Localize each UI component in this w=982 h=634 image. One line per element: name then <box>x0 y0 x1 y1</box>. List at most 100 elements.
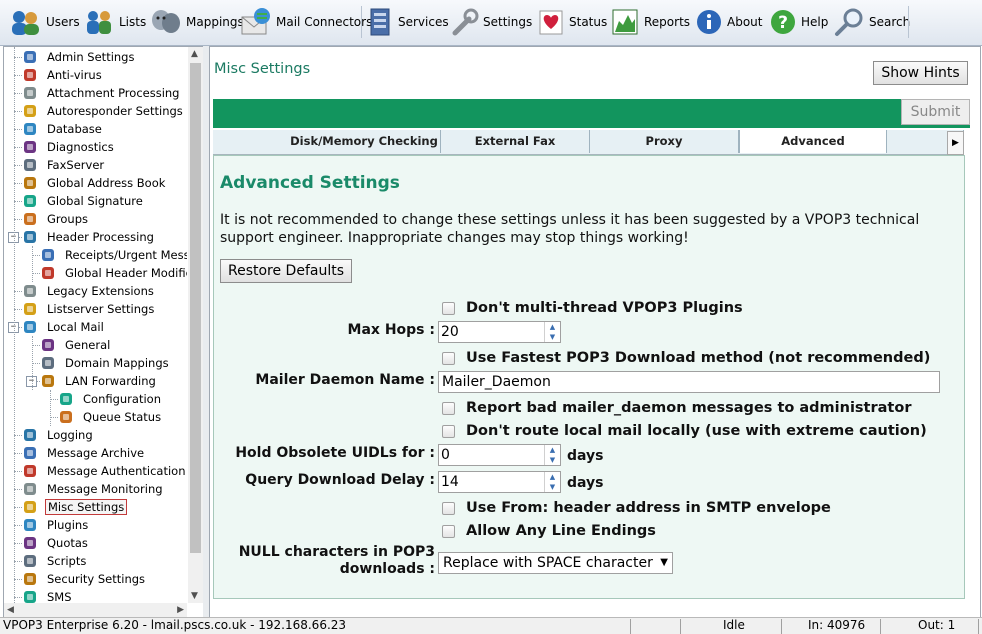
tab-advanced[interactable]: Advanced <box>739 130 887 153</box>
spin-down-icon[interactable]: ▼ <box>545 332 560 342</box>
tree-item[interactable]: Global Header Modifiers <box>40 264 187 282</box>
tree-connector <box>14 129 22 130</box>
tree-item[interactable]: Message Authentication <box>22 462 187 480</box>
tree-item[interactable]: Receipts/Urgent Message <box>40 246 187 264</box>
tree-connector <box>32 345 40 346</box>
show-hints-button[interactable]: Show Hints <box>873 61 968 85</box>
tree-item[interactable]: Attachment Processing <box>22 84 181 102</box>
query-delay-stepper[interactable]: 14 ▲ ▼ <box>438 471 561 493</box>
null-chars-selected: Replace with SPACE character <box>443 555 653 571</box>
tree-item[interactable]: Misc Settings <box>22 498 128 516</box>
tree-item[interactable]: Local Mail <box>22 318 106 336</box>
tree-horizontal-scrollbar[interactable]: ◀ ▶ <box>4 603 187 618</box>
services-button[interactable]: Services <box>366 4 449 40</box>
tree-item[interactable]: General <box>40 336 112 354</box>
scroll-thumb[interactable] <box>190 63 201 553</box>
submit-button[interactable]: Submit <box>901 99 970 125</box>
spinner-arrows[interactable]: ▲ ▼ <box>544 472 560 492</box>
restore-defaults-button[interactable]: Restore Defaults <box>220 259 352 283</box>
spinner-arrows[interactable]: ▲ ▼ <box>544 322 560 342</box>
spinner-arrows[interactable]: ▲ ▼ <box>544 445 560 465</box>
multithread-plugins-checkbox[interactable] <box>442 301 455 315</box>
allow-line-endings-checkbox[interactable] <box>442 524 455 538</box>
use-from-header-checkbox[interactable] <box>442 501 455 515</box>
tree-connector <box>14 291 22 292</box>
tree-item[interactable]: Legacy Extensions <box>22 282 156 300</box>
tree-vertical-scrollbar[interactable]: ▲ ▼ <box>188 47 203 603</box>
spin-down-icon[interactable]: ▼ <box>545 455 560 465</box>
tree-item[interactable]: Global Address Book <box>22 174 167 192</box>
spin-up-icon[interactable]: ▲ <box>545 322 560 332</box>
scroll-up-icon[interactable]: ▲ <box>191 49 198 59</box>
fax-icon <box>24 159 36 171</box>
dont-route-local-checkbox[interactable] <box>442 424 455 438</box>
mailer-daemon-input[interactable]: Mailer_Daemon <box>438 371 940 393</box>
users-button[interactable]: Users <box>8 4 80 40</box>
scroll-down-icon[interactable]: ▼ <box>191 591 198 601</box>
help-button[interactable]: ? Help <box>769 4 828 40</box>
tree-item[interactable]: Listserver Settings <box>22 300 156 318</box>
scroll-right-icon[interactable]: ▶ <box>177 605 184 615</box>
spin-up-icon[interactable]: ▲ <box>545 445 560 455</box>
max-hops-stepper[interactable]: 20 ▲ ▼ <box>438 321 561 343</box>
tree-item-label: Local Mail <box>47 320 104 334</box>
reports-button[interactable]: Reports <box>610 4 690 40</box>
mappings-button[interactable]: Mappings <box>150 4 244 40</box>
tree-item[interactable]: Autoresponder Settings <box>22 102 185 120</box>
wrench-icon <box>24 501 36 513</box>
tree-item[interactable]: Logging <box>22 426 95 444</box>
sms-icon <box>24 591 36 603</box>
tree-connector <box>14 201 22 202</box>
tree-item[interactable]: Message Archive <box>22 444 146 462</box>
tree-item[interactable]: Groups <box>22 210 90 228</box>
tree-connector <box>50 399 58 400</box>
tab-right-icon: ▶ <box>952 138 959 148</box>
tree-item[interactable]: Plugins <box>22 516 90 534</box>
tree-item[interactable]: Scripts <box>22 552 88 570</box>
tree-connector <box>14 597 22 598</box>
search-button[interactable]: Search <box>833 4 910 40</box>
tree-item[interactable]: Diagnostics <box>22 138 116 156</box>
tree-item[interactable]: Admin Settings <box>22 48 136 66</box>
tree-item[interactable]: Configuration <box>58 390 163 408</box>
spin-up-icon[interactable]: ▲ <box>545 472 560 482</box>
tree-item[interactable]: Global Signature <box>22 192 145 210</box>
fastest-pop3-checkbox[interactable] <box>442 351 455 365</box>
scroll-left-icon[interactable]: ◀ <box>7 605 14 615</box>
tab-disk-memory[interactable]: Disk/Memory Checking <box>288 130 441 153</box>
heart-monitor-icon <box>539 10 563 35</box>
settings-button[interactable]: Settings <box>449 4 532 40</box>
hold-uidls-stepper[interactable]: 0 ▲ ▼ <box>438 444 561 466</box>
status-button[interactable]: Status <box>537 4 607 40</box>
null-chars-select[interactable]: Replace with SPACE character ▼ <box>438 552 673 574</box>
lists-button[interactable]: Lists <box>83 4 146 40</box>
tab-scroll-right-button[interactable]: ▶ <box>947 131 964 155</box>
mail-connectors-button[interactable]: Mail Connectors <box>240 4 372 40</box>
tree-connector <box>32 363 40 364</box>
tree-item[interactable]: Anti-virus <box>22 66 104 84</box>
header-icon <box>24 231 36 243</box>
report-bad-mailer-checkbox[interactable] <box>442 401 455 415</box>
tree-item[interactable]: SMS <box>22 588 74 603</box>
tab-proxy[interactable]: Proxy <box>590 130 739 153</box>
spin-down-icon[interactable]: ▼ <box>545 482 560 492</box>
signature-icon <box>24 195 36 207</box>
tree-item[interactable]: FaxServer <box>22 156 106 174</box>
report-bad-mailer-label: Report bad mailer_daemon messages to adm… <box>466 400 912 416</box>
tab-external-fax[interactable]: External Fax <box>441 130 590 153</box>
tree-item[interactable]: Quotas <box>22 534 90 552</box>
tree-item[interactable]: Queue Status <box>58 408 163 426</box>
tree-connector <box>14 147 22 148</box>
tree-item[interactable]: Domain Mappings <box>40 354 171 372</box>
tree-item[interactable]: Database <box>22 120 104 138</box>
report-bad-mailer-row: Report bad mailer_daemon messages to adm… <box>442 400 911 416</box>
dont-route-local-label: Don't route local mail locally (use with… <box>466 423 927 439</box>
tree-item[interactable]: LAN Forwarding <box>40 372 158 390</box>
tree-item[interactable]: Security Settings <box>22 570 147 588</box>
tree-guide <box>32 336 33 390</box>
about-button[interactable]: About <box>695 4 762 40</box>
tree-item[interactable]: Header Processing <box>22 228 156 246</box>
tree-item[interactable]: Message Monitoring <box>22 480 165 498</box>
mailer-daemon-label: Mailer Daemon Name : <box>255 372 435 388</box>
listserver-icon <box>24 303 36 315</box>
